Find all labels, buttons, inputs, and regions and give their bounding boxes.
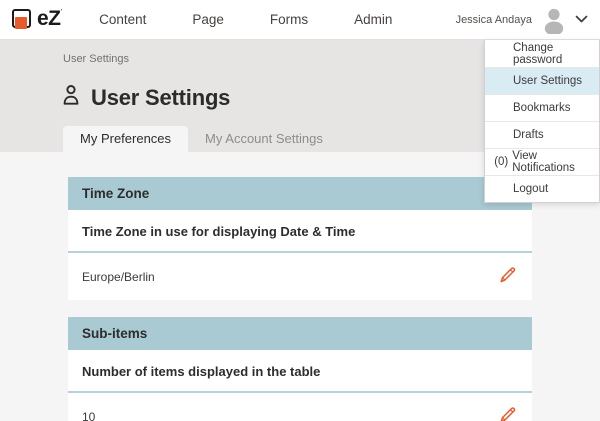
section-time-zone: Time Zone Time Zone in use for displayin… (68, 177, 532, 300)
pencil-icon (498, 266, 516, 287)
app-window: eZ ’ Content Page Forms Admin Jessica An… (0, 0, 600, 421)
logo-trademark: ’ (61, 9, 63, 16)
menu-item-label: View Notifications (512, 150, 599, 174)
menu-item-logout[interactable]: Logout (485, 175, 599, 202)
user-name: Jessica Andaya (456, 14, 532, 26)
section-sub-items-title: Sub-items (68, 317, 532, 350)
section-sub-items: Sub-items Number of items displayed in t… (68, 317, 532, 421)
logo-orange-square (15, 17, 27, 29)
sub-items-value: 10 (82, 410, 95, 421)
section-time-zone-body: Time Zone in use for displaying Date & T… (68, 210, 532, 300)
sub-items-value-row: 10 (68, 393, 532, 421)
pencil-icon (498, 406, 516, 421)
tab-my-account-settings[interactable]: My Account Settings (188, 126, 340, 152)
page-title-row: User Settings (61, 84, 230, 111)
avatar[interactable] (541, 6, 567, 34)
sub-items-field-label: Number of items displayed in the table (68, 350, 532, 393)
logo-text: eZ (37, 8, 61, 30)
section-sub-items-body: Number of items displayed in the table 1… (68, 350, 532, 421)
time-zone-field-label: Time Zone in use for displaying Date & T… (68, 210, 532, 253)
nav-item-content[interactable]: Content (76, 0, 169, 40)
page-title: User Settings (91, 85, 230, 111)
chevron-down-icon[interactable] (575, 15, 588, 24)
edit-time-zone-button[interactable] (496, 264, 518, 289)
tab-bar: My Preferences My Account Settings (63, 126, 340, 152)
menu-item-view-notifications[interactable]: (0) View Notifications (485, 148, 599, 175)
tab-my-preferences[interactable]: My Preferences (63, 126, 188, 152)
user-menu-trigger[interactable]: Jessica Andaya (456, 6, 600, 34)
nav-item-page[interactable]: Page (169, 0, 247, 40)
section-time-zone-title: Time Zone (68, 177, 532, 210)
top-bar: eZ ’ Content Page Forms Admin Jessica An… (0, 0, 600, 40)
nav-item-forms[interactable]: Forms (247, 0, 331, 40)
user-dropdown-menu: Change password User Settings Bookmarks … (484, 40, 600, 203)
menu-item-change-password[interactable]: Change password (485, 40, 599, 67)
ez-logo-icon (12, 9, 34, 31)
edit-sub-items-button[interactable] (496, 404, 518, 421)
menu-item-drafts[interactable]: Drafts (485, 121, 599, 148)
ez-logo[interactable]: eZ ’ (12, 8, 62, 31)
menu-item-bookmarks[interactable]: Bookmarks (485, 94, 599, 121)
notification-count: (0) (491, 156, 508, 168)
breadcrumb: User Settings (63, 53, 129, 65)
menu-item-user-settings[interactable]: User Settings (485, 67, 599, 94)
main-nav: Content Page Forms Admin (76, 0, 415, 40)
time-zone-value: Europe/Berlin (82, 270, 155, 284)
person-outline-icon (61, 84, 81, 111)
time-zone-value-row: Europe/Berlin (68, 253, 532, 300)
nav-item-admin[interactable]: Admin (331, 0, 415, 40)
